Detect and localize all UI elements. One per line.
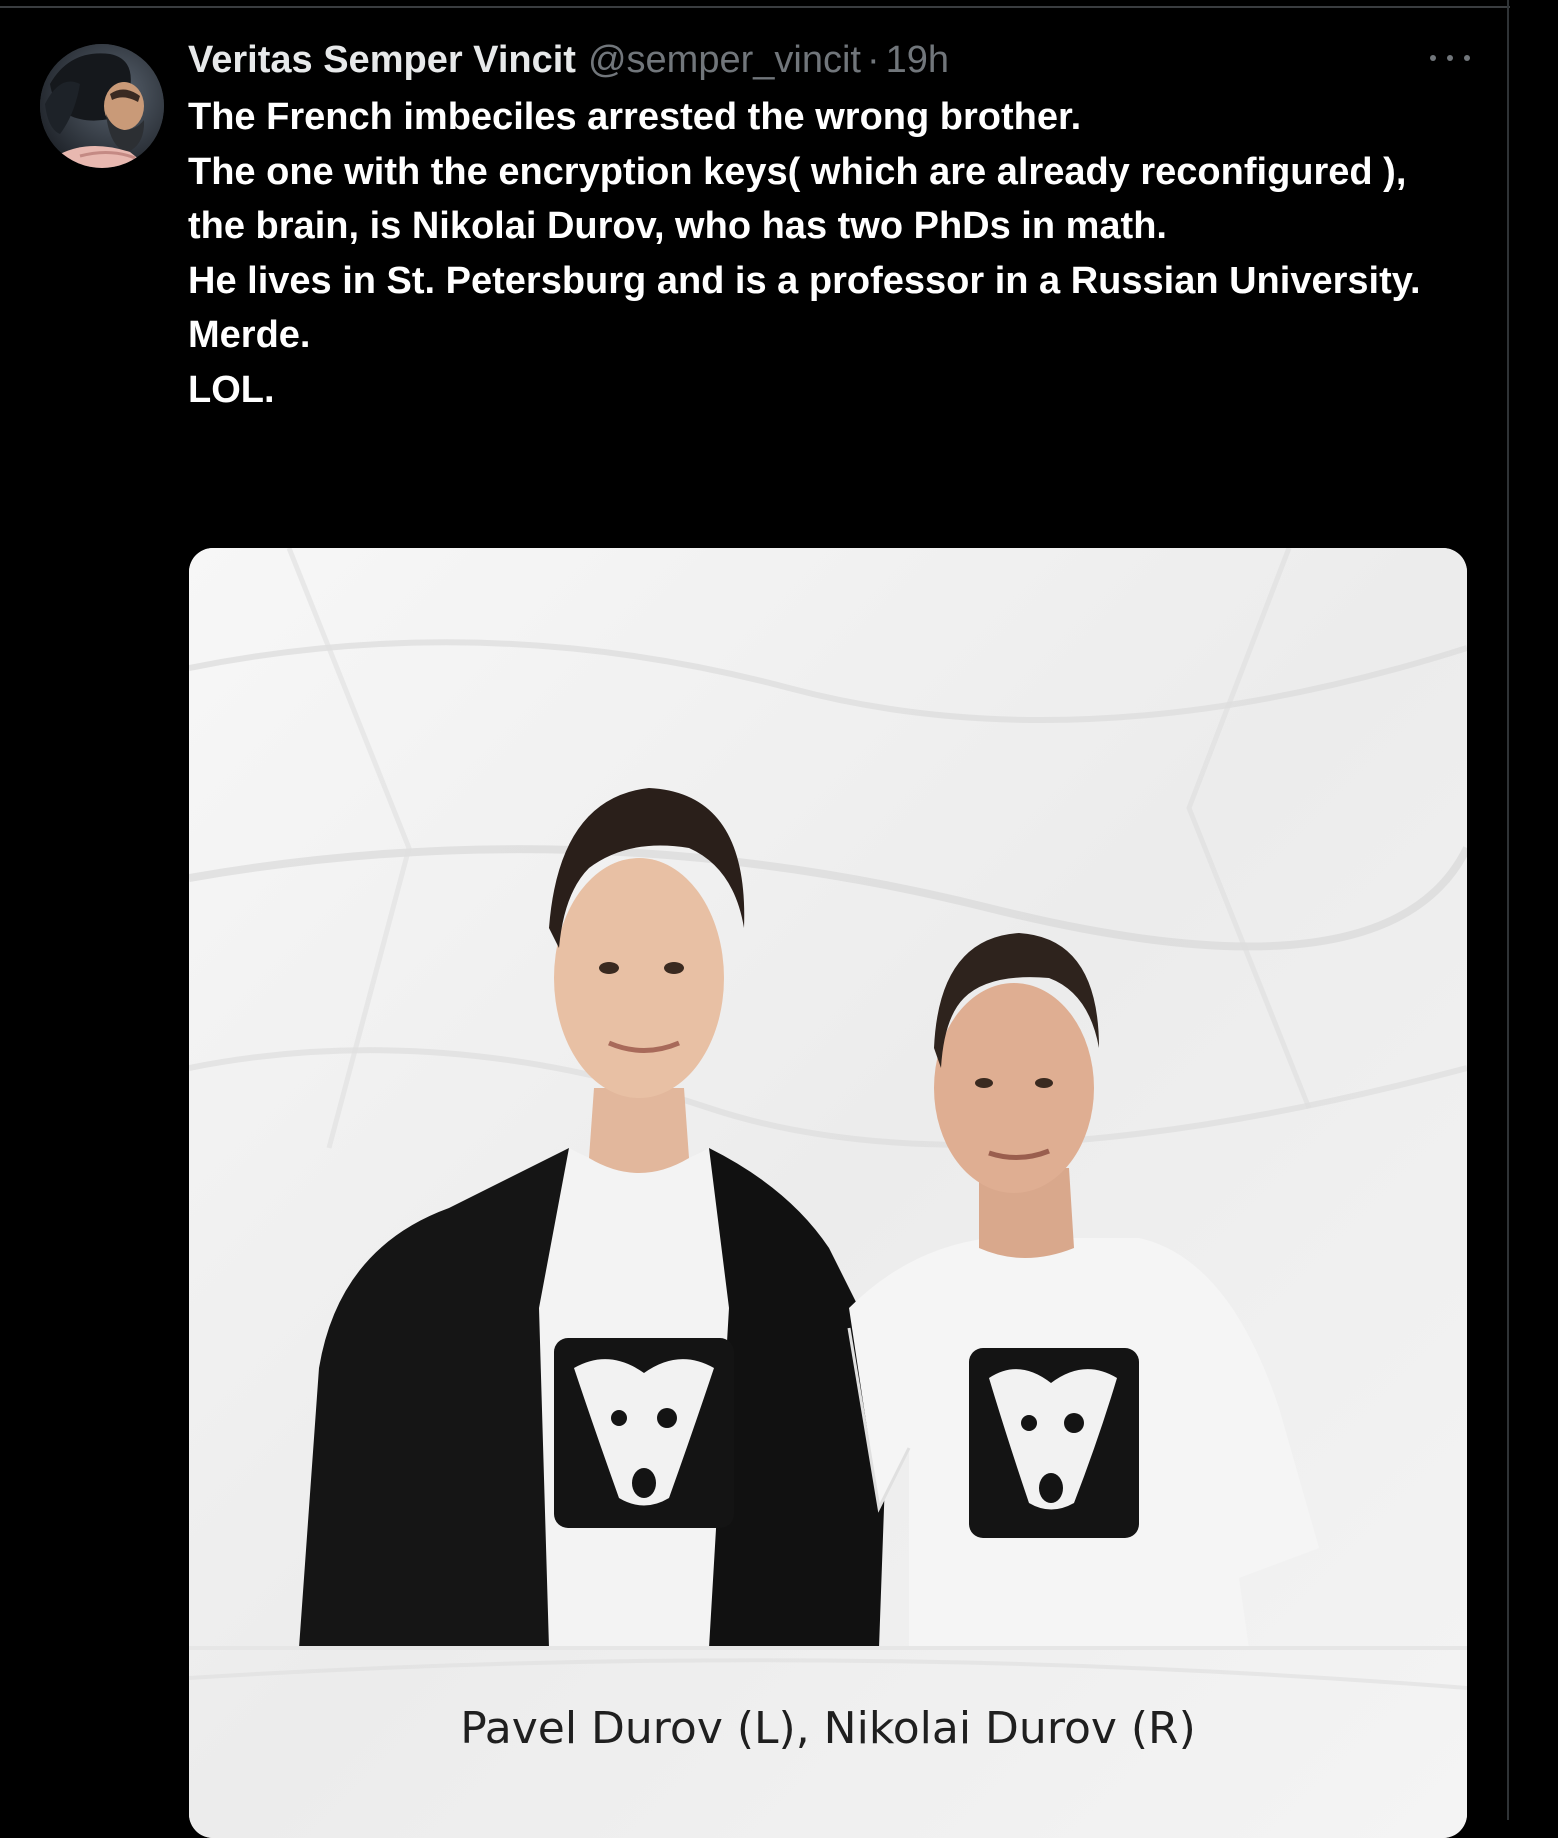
display-name[interactable]: Veritas Semper Vincit (188, 39, 576, 82)
bearded-man-painting-avatar-icon (40, 44, 164, 168)
avatar[interactable] (40, 44, 164, 168)
tweet-media-image[interactable]: Pavel Durov (L), Nikolai Durov (R) (189, 548, 1467, 1838)
tweet-line: He lives in St. Petersburg and is a prof… (188, 259, 1421, 302)
tweet-line: The French imbeciles arrested the wrong … (188, 96, 1082, 138)
separator-dot: · (866, 38, 880, 81)
tweet-header: Veritas Semper Vincit @semper_vincit · 1… (188, 36, 949, 84)
image-caption: Pavel Durov (L), Nikolai Durov (R) (460, 1703, 1196, 1754)
user-handle[interactable]: @semper_vincit (588, 39, 861, 82)
tweet-text: The French imbeciles arrested the wrong … (188, 90, 1428, 417)
tweet-line: Merde. (188, 314, 311, 356)
photo-two-men (189, 548, 1467, 1838)
column-divider (1507, 0, 1509, 1820)
tweet-line: LOL. (188, 368, 275, 411)
more-dot (1430, 55, 1436, 61)
more-dot (1447, 55, 1453, 61)
more-dot (1464, 55, 1470, 61)
timestamp[interactable]: 19h (886, 39, 949, 82)
top-divider (0, 0, 1510, 8)
more-horizontal-icon[interactable] (1430, 40, 1470, 76)
tweet-line: The one with the encryption keys( which … (188, 150, 1407, 248)
